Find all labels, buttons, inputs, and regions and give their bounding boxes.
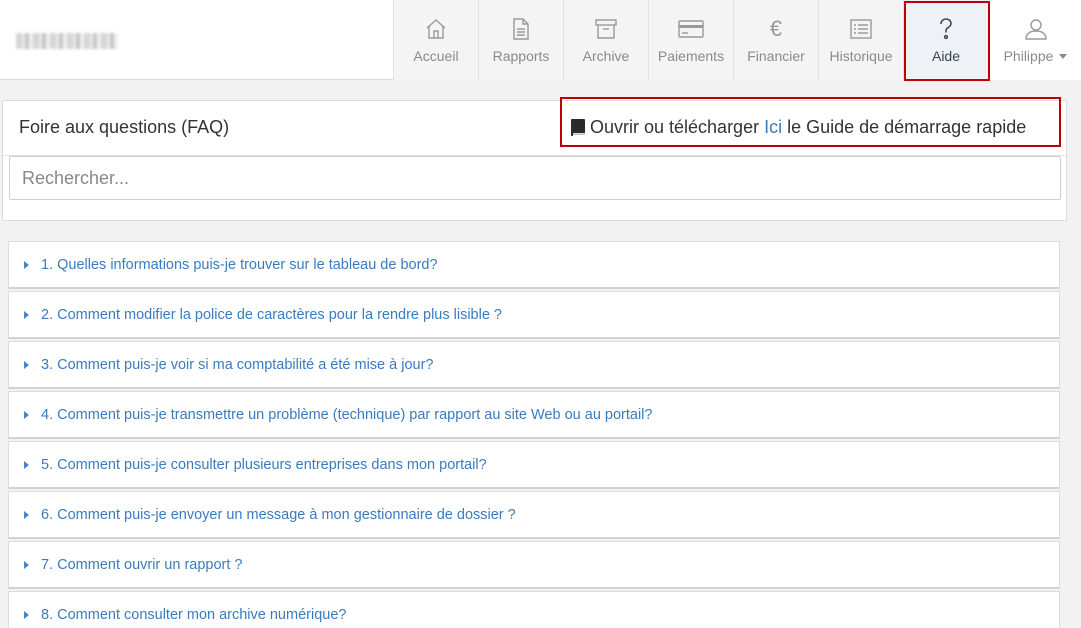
faq-question: 3. Comment puis-je voir si ma comptabili… <box>41 356 434 373</box>
user-name: Philippe <box>1003 48 1054 64</box>
credit-card-icon <box>678 16 704 42</box>
caret-right-icon <box>24 360 29 369</box>
nav-label: Financier <box>747 48 805 64</box>
nav-label: Accueil <box>413 48 459 64</box>
faq-item[interactable]: 4. Comment puis-je transmettre un problè… <box>8 391 1060 439</box>
guide-download-link[interactable]: Ici <box>764 117 782 138</box>
nav-item-paiements[interactable]: Paiements <box>648 0 733 80</box>
nav-label: Archive <box>582 48 630 64</box>
faq-question: 1. Quelles informations puis-je trouver … <box>41 256 438 273</box>
document-icon <box>511 16 531 42</box>
nav-label: Paiements <box>657 48 725 64</box>
faq-item[interactable]: 7. Comment ouvrir un rapport ? <box>8 541 1060 589</box>
top-navbar: Accueil Rapports Archive Paiements € Fin… <box>0 0 1081 81</box>
company-logo[interactable] <box>16 33 118 49</box>
caret-right-icon <box>24 310 29 319</box>
faq-item[interactable]: 1. Quelles informations puis-je trouver … <box>8 241 1060 289</box>
faq-item[interactable]: 2. Comment modifier la police de caractè… <box>8 291 1060 339</box>
faq-item[interactable]: 5. Comment puis-je consulter plusieurs e… <box>8 441 1060 489</box>
faq-question: 5. Comment puis-je consulter plusieurs e… <box>41 456 487 473</box>
archive-icon <box>594 16 618 42</box>
user-icon <box>1024 16 1048 42</box>
guide-suffix: le Guide de démarrage rapide <box>787 117 1027 137</box>
caret-right-icon <box>24 460 29 469</box>
caret-right-icon <box>24 260 29 269</box>
faq-question: 2. Comment modifier la police de caractè… <box>41 306 502 323</box>
faq-question: 7. Comment ouvrir un rapport ? <box>41 556 243 573</box>
user-menu[interactable]: Philippe <box>988 0 1081 80</box>
faq-question: 4. Comment puis-je transmettre un problè… <box>41 406 653 423</box>
nav-item-archive[interactable]: Archive <box>563 0 648 80</box>
caret-right-icon <box>24 510 29 519</box>
faq-item[interactable]: 8. Comment consulter mon archive numériq… <box>8 591 1060 628</box>
nav-item-financier[interactable]: € Financier <box>733 0 818 80</box>
nav-item-accueil[interactable]: Accueil <box>393 0 478 80</box>
caret-right-icon <box>24 410 29 419</box>
main-nav: Accueil Rapports Archive Paiements € Fin… <box>393 0 1081 80</box>
list-icon <box>849 16 873 42</box>
nav-label: Historique <box>829 48 893 64</box>
faq-question: 8. Comment consulter mon archive numériq… <box>41 606 347 623</box>
home-icon <box>424 16 448 42</box>
quick-start-guide: Ouvrir ou télécharger Ici le Guide de dé… <box>570 117 1026 138</box>
nav-label: Aide <box>931 48 961 64</box>
search-input[interactable] <box>9 156 1061 200</box>
nav-item-historique[interactable]: Historique <box>818 0 903 80</box>
book-icon <box>570 118 586 138</box>
euro-icon: € <box>769 16 783 41</box>
faq-title: Foire aux questions (FAQ) <box>19 117 230 137</box>
faq-panel: Foire aux questions (FAQ) Ouvrir ou télé… <box>2 97 1067 221</box>
nav-label: Rapports <box>492 48 550 64</box>
guide-prefix: Ouvrir ou télécharger <box>590 117 760 137</box>
nav-item-aide[interactable]: Aide <box>903 0 988 80</box>
nav-item-rapports[interactable]: Rapports <box>478 0 563 80</box>
faq-item[interactable]: 3. Comment puis-je voir si ma comptabili… <box>8 341 1060 389</box>
caret-right-icon <box>24 560 29 569</box>
faq-question: 6. Comment puis-je envoyer un message à … <box>41 506 516 523</box>
faq-item[interactable]: 6. Comment puis-je envoyer un message à … <box>8 491 1060 539</box>
question-icon <box>937 16 955 42</box>
chevron-down-icon <box>1059 53 1068 59</box>
faq-accordion: 1. Quelles informations puis-je trouver … <box>8 241 1060 628</box>
caret-right-icon <box>24 610 29 619</box>
